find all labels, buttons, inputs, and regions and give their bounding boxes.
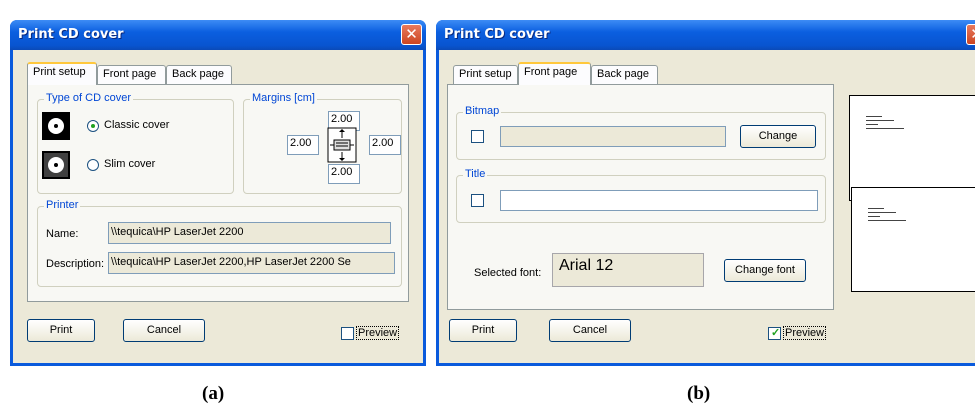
title-input[interactable] [500,190,818,211]
preview-text-line [868,220,906,221]
margin-left-input[interactable]: 2.00 [287,135,319,155]
printer-description-field: \\tequica\HP LaserJet 2200,HP LaserJet 2… [108,252,395,274]
bitmap-checkbox[interactable] [471,130,484,143]
close-button[interactable]: ✕ [401,24,422,45]
print-button[interactable]: Print [27,319,95,342]
tab-panel: Type of CD cover Classic cover Slim cove… [27,84,409,302]
preview-label[interactable]: Preview [783,326,827,340]
selected-font-label: Selected font: [474,267,542,279]
margins-group: Margins [cm] 2.00 2.00 2.00 2.00 [243,92,402,194]
group-title: Margins [cm] [250,92,317,104]
preview-checkbox[interactable]: ✓ [768,327,781,340]
preview-text-line [866,124,878,125]
window-title: Print CD cover [18,27,124,42]
change-font-button[interactable]: Change font [724,259,806,282]
preview-back-page [851,187,975,292]
caption-b: (b) [687,383,711,404]
preview-text-line [868,216,880,217]
printer-name-field: \\tequica\HP LaserJet 2200 [108,222,391,244]
printer-description-label: Description: [46,258,105,270]
tab-front-page[interactable]: Front page [518,62,591,85]
cancel-button[interactable]: Cancel [549,319,631,342]
cover-type-group: Type of CD cover Classic cover Slim cove… [37,92,234,194]
change-bitmap-button[interactable]: Change [740,125,816,148]
printer-name-label: Name: [46,228,79,240]
close-icon: ✕ [970,25,975,43]
preview-text-line [866,116,882,117]
tab-print-setup[interactable]: Print setup [27,62,97,85]
bitmap-group: Bitmap Change [456,105,826,160]
tab-panel: Bitmap Change Title Selected font: Arial… [447,84,834,310]
tab-front-page[interactable]: Front page [97,65,166,84]
preview-front-page [849,95,975,201]
classic-cover-radio[interactable] [87,120,99,132]
margin-right-input[interactable]: 2.00 [369,135,401,155]
classic-cover-label: Classic cover [104,119,170,131]
close-icon: ✕ [405,25,418,43]
selected-font-display: Arial 12 [552,253,704,287]
preview-text-line [868,212,896,213]
bitmap-path-field [500,126,726,147]
group-title: Printer [44,199,81,211]
group-title: Bitmap [463,105,502,117]
group-title: Title [463,168,488,180]
slim-cover-radio[interactable] [87,159,99,171]
tab-back-page[interactable]: Back page [166,65,232,84]
slim-cover-label: Slim cover [104,158,156,170]
slim-cd-icon [42,151,70,179]
title-bar[interactable]: Print CD cover ✕ [10,20,426,50]
dialog-client: Print setup Front page Back page Type of… [13,50,423,363]
printer-group: Printer Name: \\tequica\HP LaserJet 2200… [37,199,402,287]
preview-label[interactable]: Preview [356,326,400,340]
title-bar[interactable]: Print CD cover ✕ [436,20,975,50]
print-button[interactable]: Print [449,319,517,342]
preview-text-line [868,208,884,209]
preview-text-line [866,120,894,121]
tab-back-page[interactable]: Back page [591,65,658,84]
classic-cd-icon [42,112,70,140]
group-title: Type of CD cover [44,92,133,104]
margins-page-icon [327,127,357,163]
print-cd-cover-dialog-a: Print CD cover ✕ Print setup Front page … [10,20,426,366]
dialog-client: Print setup Front page Back page Bitmap … [439,50,975,363]
preview-text-line [866,128,904,129]
preview-checkbox[interactable] [341,327,354,340]
close-button[interactable]: ✕ [966,24,975,45]
title-checkbox[interactable] [471,194,484,207]
title-group: Title [456,168,826,223]
window-title: Print CD cover [444,27,550,42]
caption-a: (a) [202,383,225,404]
tab-print-setup[interactable]: Print setup [453,65,518,84]
cancel-button[interactable]: Cancel [123,319,205,342]
margin-bottom-input[interactable]: 2.00 [328,164,360,184]
print-cd-cover-dialog-b: Print CD cover ✕ Print setup Front page … [436,20,975,366]
